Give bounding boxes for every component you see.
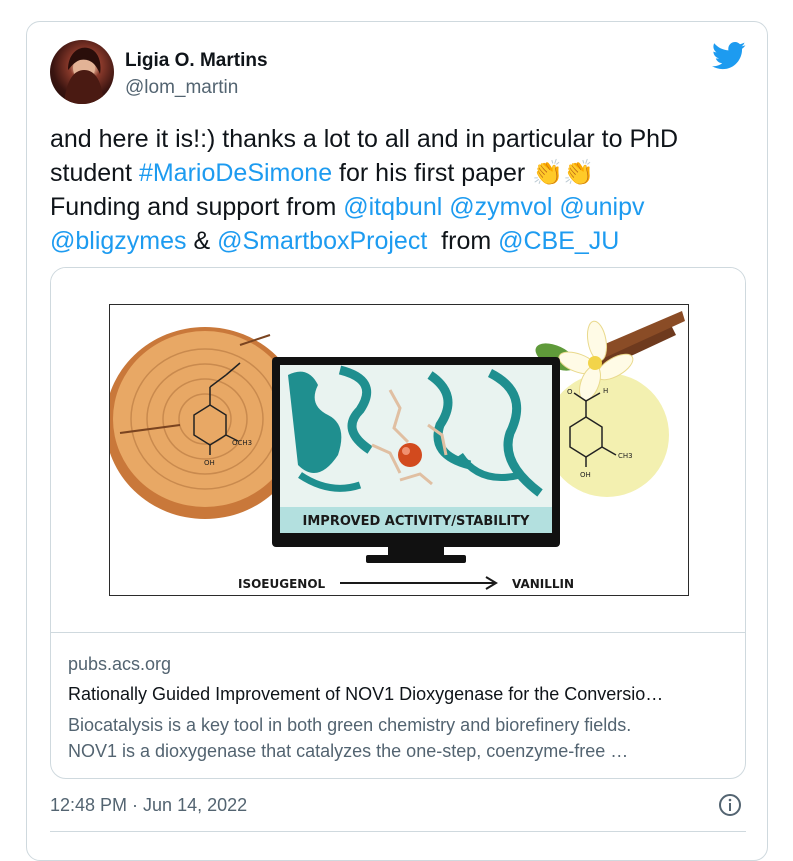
tweet-text-segment: student (50, 159, 139, 187)
author-handle[interactable]: @lom_martin (125, 77, 238, 99)
mention-link-bligzymes[interactable]: @bligzymes (50, 227, 187, 255)
mention-link-smartboxproject[interactable]: @SmartboxProject (217, 227, 427, 255)
mention-link-zymvol[interactable]: @zymvol (449, 193, 552, 221)
graphical-abstract: OH OCH3 O H CH3 OH IMPROVED ACTIVITY/STA… (109, 304, 689, 596)
isoeugenol-oh-label: OH (204, 459, 215, 467)
link-domain[interactable]: pubs.acs.org (68, 654, 171, 675)
isoeugenol-label: ISOEUGENOL (238, 577, 326, 591)
tweet-timestamp[interactable]: 12:48 PM · Jun 14, 2022 (50, 795, 247, 816)
clapping-hands-emoji: 👏👏 (532, 159, 595, 187)
author-name[interactable]: Ligia O. Martins (125, 50, 268, 72)
profile-photo-icon (64, 47, 104, 104)
tweet-line-3: Funding and support from @itqbunl @zymvo… (50, 190, 750, 224)
tweet-text-segment: and here it is!:) thanks a lot to all an… (50, 125, 679, 153)
tweet-line-1: and here it is!:) thanks a lot to all an… (50, 122, 750, 156)
twitter-bird-icon[interactable] (712, 41, 746, 71)
link-title[interactable]: Rationally Guided Improvement of NOV1 Di… (68, 684, 728, 705)
avatar[interactable] (50, 40, 114, 104)
link-description[interactable]: Biocatalysis is a key tool in both green… (68, 712, 728, 764)
banner-label: IMPROVED ACTIVITY/STABILITY (303, 514, 531, 529)
link-preview-image[interactable]: OH OCH3 O H CH3 OH IMPROVED ACTIVITY/STA… (51, 268, 745, 633)
vanillin-h-label: H (603, 387, 608, 395)
tweet-line-2: student #MarioDeSimone for his first pap… (50, 156, 750, 190)
tweet-line-4: @bligzymes & @SmartboxProject from @CBE_… (50, 224, 750, 258)
tweet-text-segment: from (427, 227, 499, 255)
tweet-text-segment: & (186, 227, 218, 255)
link-preview-card[interactable]: OH OCH3 O H CH3 OH IMPROVED ACTIVITY/STA… (50, 267, 746, 779)
hashtag-link[interactable]: #MarioDeSimone (139, 159, 332, 187)
vanillin-o-label: O (567, 388, 573, 396)
link-description-line: NOV1 is a dioxygenase that catalyzes the… (68, 741, 629, 761)
mention-link-itqbunl[interactable]: @itqbunl (343, 193, 442, 221)
divider (50, 831, 746, 832)
vanillin-oh-label: OH (580, 471, 591, 479)
vanillin-label: VANILLIN (512, 577, 574, 591)
mention-link-cbe-ju[interactable]: @CBE_JU (498, 227, 619, 255)
mention-link-unipv[interactable]: @unipv (559, 193, 644, 221)
graphical-abstract-art: OH OCH3 O H CH3 OH IMPROVED ACTIVITY/STA… (110, 311, 685, 591)
vanillin-ch3-label: CH3 (618, 452, 633, 460)
monitor-icon (272, 357, 560, 563)
info-icon[interactable] (718, 793, 742, 817)
tweet-text-segment: Funding and support from (50, 193, 344, 221)
isoeugenol-och3-label: OCH3 (232, 439, 252, 447)
tweet-text: and here it is!:) thanks a lot to all an… (50, 122, 750, 258)
tweet-text-segment: for his first paper (332, 159, 533, 187)
link-description-line: Biocatalysis is a key tool in both green… (68, 715, 632, 735)
